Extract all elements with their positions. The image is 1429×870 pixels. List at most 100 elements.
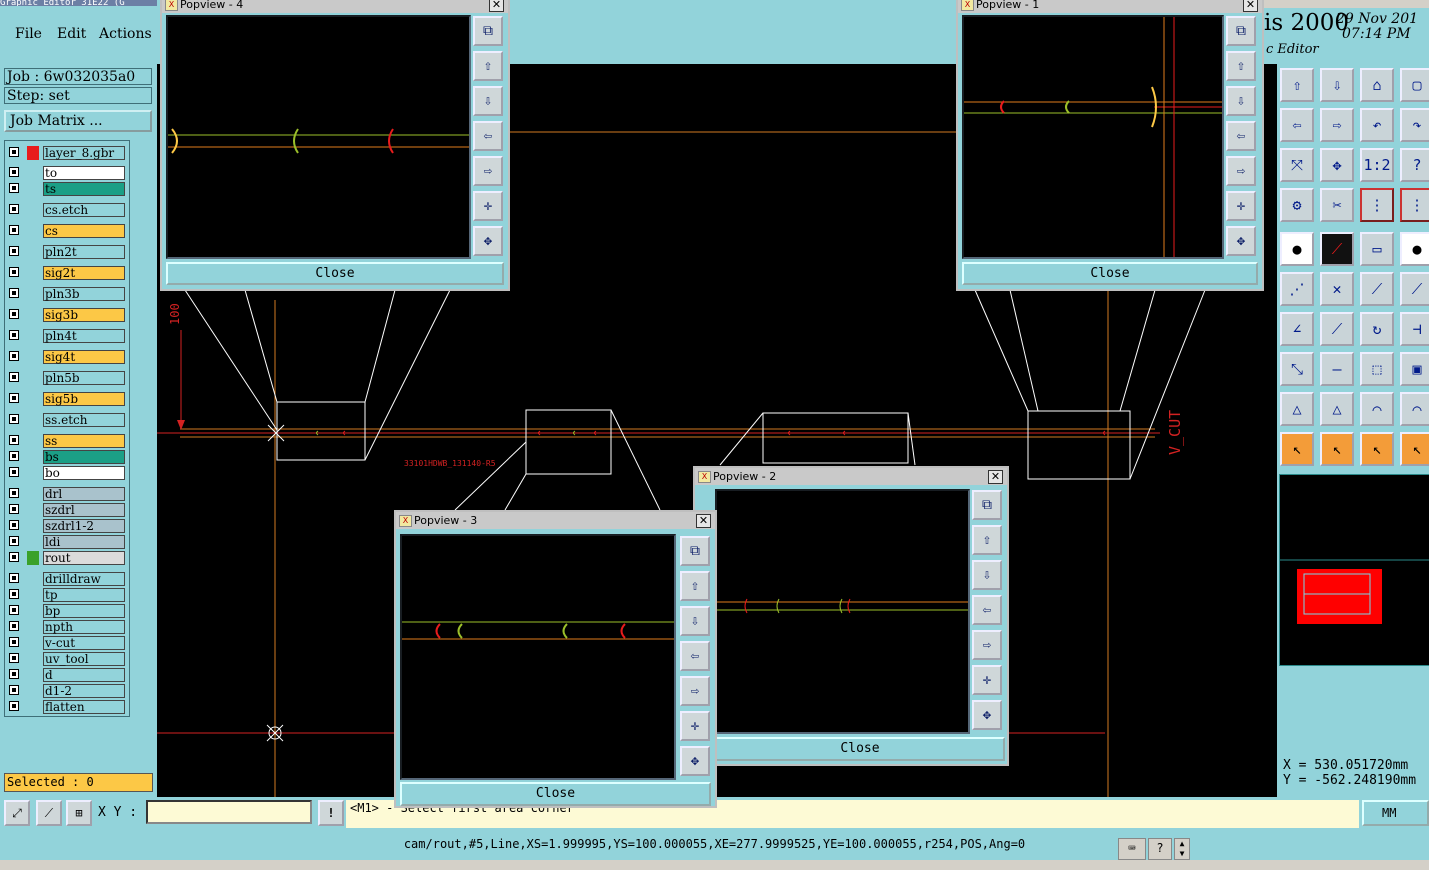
select-area-icon[interactable]: ↖ bbox=[1360, 432, 1394, 466]
xy-input[interactable] bbox=[146, 800, 312, 824]
layer-row[interactable]: bs bbox=[7, 449, 129, 465]
alert-icon[interactable]: ! bbox=[318, 800, 344, 826]
layer-row[interactable]: drilldraw bbox=[7, 571, 129, 587]
layer-checkbox[interactable] bbox=[9, 351, 19, 361]
layer-row[interactable]: sig3b bbox=[7, 307, 129, 323]
net2-icon[interactable]: ⋮ bbox=[1400, 188, 1429, 222]
layer-row[interactable]: bo bbox=[7, 465, 129, 481]
import-icon[interactable]: ⇩ bbox=[1320, 68, 1354, 102]
popview-4-zoom-out-button[interactable]: ✥ bbox=[473, 226, 503, 256]
keyboard-icon[interactable]: ⌨ bbox=[1118, 838, 1146, 860]
pad-icon[interactable]: ● bbox=[1280, 232, 1314, 266]
layer-row[interactable]: d1-2 bbox=[7, 683, 129, 699]
layer-checkbox[interactable] bbox=[9, 504, 19, 514]
layer-checkbox[interactable] bbox=[9, 225, 19, 235]
center-icon[interactable]: ✥ bbox=[1320, 148, 1354, 182]
layer-checkbox[interactable] bbox=[9, 488, 19, 498]
popview-2-fit-button[interactable]: ⧉ bbox=[972, 490, 1002, 520]
layer-row[interactable]: ldi bbox=[7, 534, 129, 550]
connect2-icon[interactable]: ⟋ bbox=[1400, 272, 1429, 306]
line-icon[interactable]: ⟋ bbox=[1320, 232, 1354, 266]
popview-3-fit-button[interactable]: ⧉ bbox=[680, 536, 710, 566]
angle-icon[interactable]: ∠ bbox=[1280, 312, 1314, 346]
layer-checkbox[interactable] bbox=[9, 288, 19, 298]
layer-row[interactable]: ss.etch bbox=[7, 412, 129, 428]
layer-checkbox[interactable] bbox=[9, 701, 19, 711]
snap-icon[interactable]: ⟋ bbox=[36, 800, 62, 826]
layer-checkbox[interactable] bbox=[9, 246, 19, 256]
popview-1-pan-right-button[interactable]: ⇨ bbox=[1226, 156, 1256, 186]
popview-4-titlebar[interactable]: X Popview - 4 ✕ bbox=[162, 0, 508, 13]
popview-2[interactable]: X Popview - 2 ✕ ⧉ ⇧ ⇩ ⇦ ⇨ ✛ ✥ Close bbox=[693, 466, 1009, 766]
layer-row[interactable]: tp bbox=[7, 587, 129, 603]
undo-icon[interactable]: ↶ bbox=[1360, 108, 1394, 142]
popview-2-pan-up-button[interactable]: ⇧ bbox=[972, 525, 1002, 555]
align-icon[interactable]: ⊣ bbox=[1400, 312, 1429, 346]
layer-checkbox[interactable] bbox=[9, 589, 19, 599]
popview-3-zoom-in-button[interactable]: ✛ bbox=[680, 711, 710, 741]
layer-checkbox[interactable] bbox=[9, 147, 19, 157]
home-icon[interactable]: ⌂ bbox=[1360, 68, 1394, 102]
popview-3-titlebar[interactable]: X Popview - 3 ✕ bbox=[396, 512, 715, 529]
layer-row[interactable]: ts bbox=[7, 181, 129, 197]
layer-row[interactable]: cs bbox=[7, 223, 129, 239]
popview-2-zoom-out-button[interactable]: ✥ bbox=[972, 700, 1002, 730]
layer-checkbox[interactable] bbox=[9, 552, 19, 562]
scale-icon[interactable]: 1:2 bbox=[1360, 148, 1394, 182]
layer-row[interactable]: szdrl bbox=[7, 502, 129, 518]
step-right-icon[interactable]: ⇨ bbox=[1320, 108, 1354, 142]
popview-4-fit-button[interactable]: ⧉ bbox=[473, 16, 503, 46]
step-left-icon[interactable]: ⇦ bbox=[1280, 108, 1314, 142]
split-icon[interactable]: — bbox=[1320, 352, 1354, 386]
net-icon[interactable]: ⋮ bbox=[1360, 188, 1394, 222]
layer-checkbox[interactable] bbox=[9, 435, 19, 445]
window-icon[interactable]: ▢ bbox=[1400, 68, 1429, 102]
cross-icon[interactable]: ✕ bbox=[1320, 272, 1354, 306]
layer-row[interactable]: ss bbox=[7, 433, 129, 449]
close-icon[interactable]: ✕ bbox=[1243, 0, 1258, 12]
layer-row[interactable]: pln2t bbox=[7, 244, 129, 260]
popview-4-close-button[interactable]: Close bbox=[166, 262, 504, 285]
pointer-icon[interactable]: ↖ bbox=[1280, 432, 1314, 466]
popview-1[interactable]: X Popview - 1 ✕ ⧉ ⇧ ⇩ ⇦ ⇨ ✛ ✥ Close bbox=[956, 0, 1264, 291]
popview-3-pan-left-button[interactable]: ⇦ bbox=[680, 641, 710, 671]
select-net-icon[interactable]: ↖ bbox=[1400, 432, 1429, 466]
node-icon[interactable]: ⋰ bbox=[1280, 272, 1314, 306]
popview-3-pan-right-button[interactable]: ⇨ bbox=[680, 676, 710, 706]
popview-4-pan-down-button[interactable]: ⇩ bbox=[473, 86, 503, 116]
slash-icon[interactable]: ⟋ bbox=[1320, 312, 1354, 346]
grid-icon[interactable]: ⊞ bbox=[66, 800, 92, 826]
ruler-icon[interactable]: ▭ bbox=[1360, 232, 1394, 266]
popview-3-zoom-out-button[interactable]: ✥ bbox=[680, 746, 710, 776]
layer-checkbox[interactable] bbox=[9, 309, 19, 319]
menu-edit[interactable]: Edit bbox=[57, 26, 86, 42]
layer-checkbox[interactable] bbox=[9, 536, 19, 546]
layer-checkbox[interactable] bbox=[9, 467, 19, 477]
popview-2-close-button[interactable]: Close bbox=[715, 737, 1005, 761]
popview-4-pan-left-button[interactable]: ⇦ bbox=[473, 121, 503, 151]
popview-1-view[interactable] bbox=[962, 15, 1224, 259]
help-icon[interactable]: ? bbox=[1148, 838, 1172, 860]
connect-icon[interactable]: ⟋ bbox=[1360, 272, 1394, 306]
redo-icon[interactable]: ↷ bbox=[1400, 108, 1429, 142]
layer-checkbox[interactable] bbox=[9, 414, 19, 424]
popview-2-zoom-in-button[interactable]: ✛ bbox=[972, 665, 1002, 695]
layer-row[interactable]: drl bbox=[7, 486, 129, 502]
menu-actions[interactable]: Actions bbox=[99, 26, 152, 42]
layer-row[interactable]: cs.etch bbox=[7, 202, 129, 218]
scroll-arrows-icon[interactable]: ▲ ▼ bbox=[1174, 838, 1190, 860]
layer-checkbox[interactable] bbox=[9, 605, 19, 615]
layer-row[interactable]: sig2t bbox=[7, 265, 129, 281]
layer-row[interactable]: uv_tool bbox=[7, 651, 129, 667]
layer-row[interactable]: to bbox=[7, 165, 129, 181]
units-select[interactable]: MM bbox=[1362, 800, 1429, 826]
menu-file[interactable]: File bbox=[15, 26, 42, 42]
popview-1-pan-down-button[interactable]: ⇩ bbox=[1226, 86, 1256, 116]
layer-checkbox[interactable] bbox=[9, 204, 19, 214]
job-matrix-button[interactable]: Job Matrix ... bbox=[4, 110, 152, 132]
layer-checkbox[interactable] bbox=[9, 669, 19, 679]
layer-checkbox[interactable] bbox=[9, 372, 19, 382]
layer-checkbox[interactable] bbox=[9, 393, 19, 403]
layer-checkbox[interactable] bbox=[9, 637, 19, 647]
layer-checkbox[interactable] bbox=[9, 183, 19, 193]
